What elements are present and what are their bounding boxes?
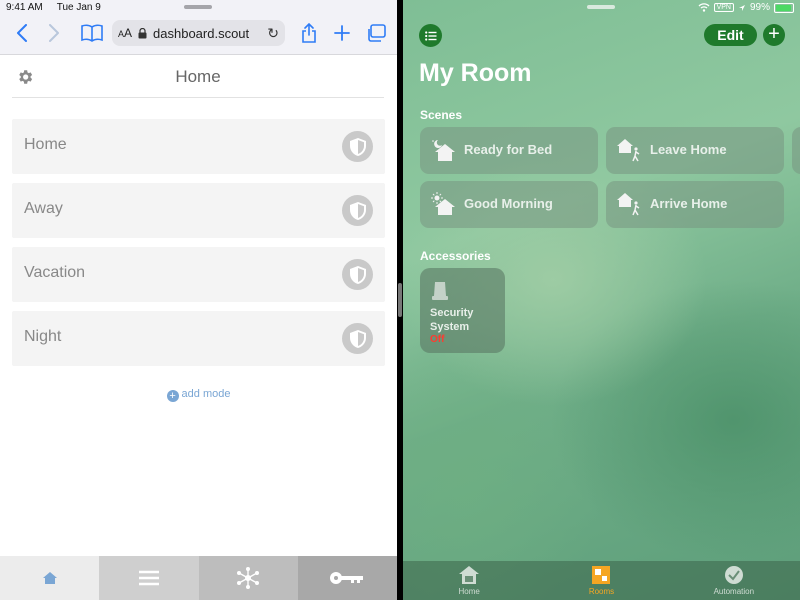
mode-row-vacation[interactable]: Vacation [12, 247, 385, 302]
safari-pane: 9:41 AM Tue Jan 9 AA dashboard.scout ↻ H… [0, 0, 397, 600]
status-time: 9:41 AM [6, 2, 43, 13]
mode-label: Away [24, 200, 63, 217]
vpn-badge: VPN [713, 3, 734, 12]
siren-icon [432, 282, 448, 300]
safari-toolbar: 9:41 AM Tue Jan 9 AA dashboard.scout ↻ [0, 0, 397, 55]
shield-icon[interactable] [342, 131, 373, 162]
scene-ready-for-bed[interactable]: Ready for Bed [420, 127, 598, 174]
plus-icon [334, 25, 350, 41]
mode-label: Night [24, 328, 62, 345]
home-tab-bar: Home Rooms Automation [403, 561, 800, 600]
multitask-grabber[interactable] [587, 5, 615, 9]
battery-percent: 99% [749, 2, 770, 13]
clock-check-icon [724, 566, 743, 584]
accessory-state: Off [430, 334, 445, 345]
new-tab-button[interactable] [331, 22, 353, 44]
home-list-button[interactable] [419, 24, 442, 47]
address-bar[interactable]: AA dashboard.scout ↻ [112, 20, 285, 46]
add-mode-link[interactable]: + add mode [0, 388, 397, 402]
accessory-security-system[interactable]: Security System Off [420, 268, 505, 353]
tab-home[interactable]: Home [403, 561, 535, 600]
tab-key[interactable] [297, 556, 397, 600]
scene-leave-home[interactable]: Leave Home [606, 127, 784, 174]
scene-arrive-home[interactable]: Arrive Home [606, 181, 784, 228]
mode-label: Vacation [24, 264, 86, 281]
tab-rooms[interactable]: Rooms [535, 561, 667, 600]
share-button[interactable] [298, 22, 320, 44]
scenes-heading: Scenes [420, 108, 463, 122]
lock-icon [138, 27, 147, 38]
home-icon [42, 572, 57, 584]
tab-label: Home [458, 587, 480, 596]
tab-automation[interactable]: Automation [668, 561, 800, 600]
plus-icon: + [768, 23, 780, 45]
mode-row-home[interactable]: Home [12, 119, 385, 174]
hub-icon [237, 567, 260, 589]
list-icon [424, 30, 436, 41]
page-title: Home [175, 67, 221, 86]
tab-label: Rooms [588, 587, 615, 596]
battery-icon [774, 2, 794, 13]
scene-label: Good Morning [464, 196, 553, 211]
chevron-right-icon [49, 24, 59, 42]
shield-icon[interactable] [342, 195, 373, 226]
house-sun-icon [431, 192, 455, 215]
rooms-icon [592, 566, 611, 584]
reader-button[interactable]: AA [118, 26, 132, 40]
mode-row-away[interactable]: Away [12, 183, 385, 238]
menu-icon [138, 570, 159, 586]
chevron-left-icon [17, 24, 27, 42]
edit-button[interactable]: Edit [704, 24, 757, 46]
add-mode-label: add mode [181, 388, 231, 400]
share-icon [302, 23, 316, 43]
url-text: dashboard.scout [153, 25, 250, 41]
accessories-heading: Accessories [420, 249, 491, 263]
status-bar: 9:41 AM Tue Jan 9 [6, 2, 101, 13]
status-date: Tue Jan 9 [56, 2, 101, 13]
tab-label: Automation [713, 587, 755, 596]
scene-label: Ready for Bed [464, 142, 553, 157]
scene-partial[interactable] [792, 127, 800, 174]
key-icon [330, 572, 364, 584]
page-header: Home [12, 58, 384, 98]
scene-label: Leave Home [650, 142, 727, 157]
back-button[interactable] [12, 22, 32, 44]
mode-label: Home [24, 136, 67, 153]
location-icon [738, 4, 745, 11]
divider-handle[interactable] [398, 283, 402, 317]
house-walk-icon [617, 193, 640, 216]
shield-icon[interactable] [342, 259, 373, 290]
mode-row-night[interactable]: Night [12, 311, 385, 366]
home-icon [459, 566, 480, 584]
tab-hub[interactable] [198, 556, 298, 600]
accessory-name: Security System [430, 307, 474, 333]
book-icon [81, 24, 103, 42]
split-view-screen: 9:41 AM Tue Jan 9 AA dashboard.scout ↻ H… [0, 0, 800, 600]
wifi-icon [698, 3, 710, 12]
plus-circle-icon: + [166, 390, 179, 402]
scene-good-morning[interactable]: Good Morning [420, 181, 598, 228]
shield-icon[interactable] [342, 323, 373, 354]
add-accessory-button[interactable]: + [763, 24, 785, 46]
dashboard-tab-bar [0, 556, 397, 600]
tabs-icon [368, 24, 386, 42]
house-walk-icon [617, 139, 640, 162]
reload-icon[interactable]: ↻ [267, 25, 279, 42]
bookmarks-button[interactable] [80, 22, 104, 44]
tabs-button[interactable] [364, 22, 388, 44]
house-moon-icon [432, 140, 455, 161]
forward-button[interactable] [44, 22, 64, 44]
status-bar-right: VPN 99% [698, 2, 794, 13]
home-app-pane: VPN 99% Edit + My Room Scenes Ready for … [403, 0, 800, 600]
scene-label: Arrive Home [650, 196, 728, 211]
tab-menu[interactable] [99, 556, 199, 600]
multitask-grabber[interactable] [184, 5, 212, 9]
tab-home[interactable] [0, 556, 100, 600]
room-title: My Room [419, 59, 532, 87]
